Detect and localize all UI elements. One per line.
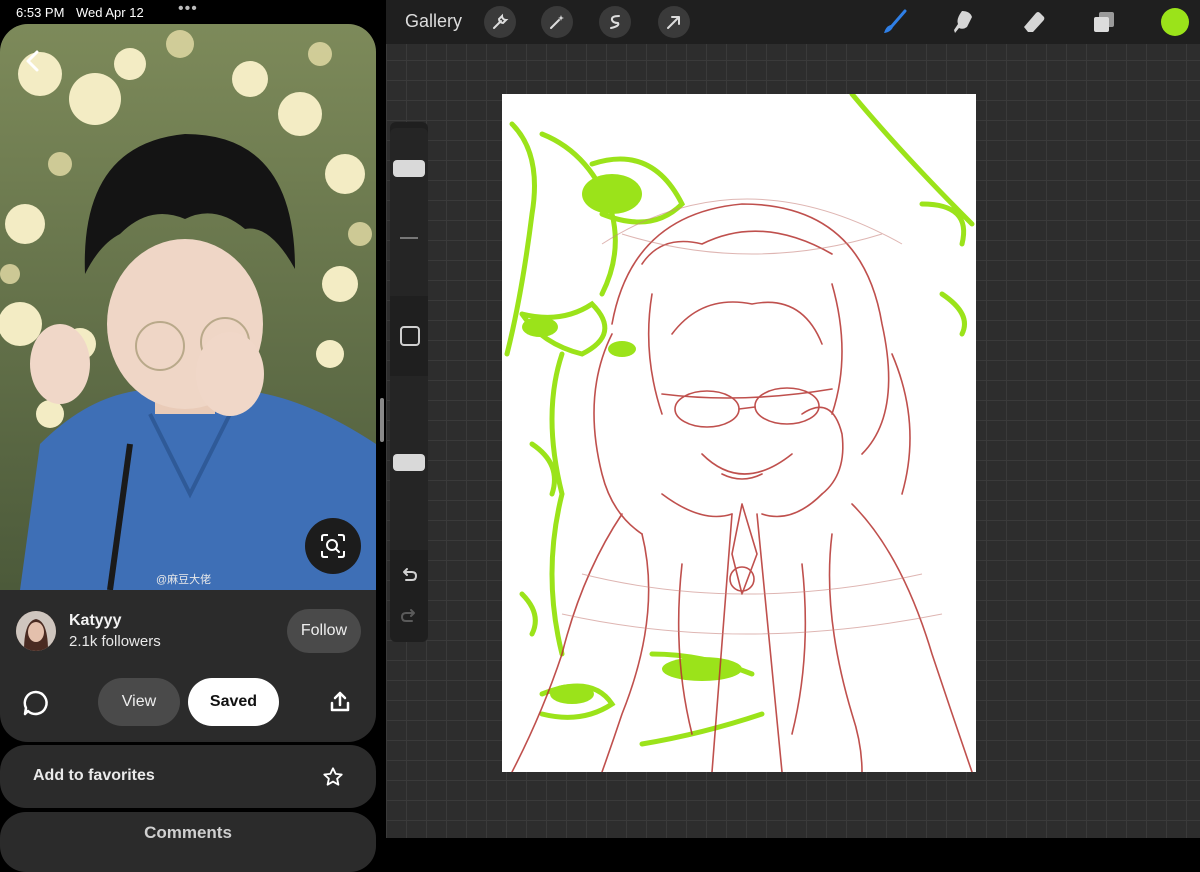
- pin-photo-illustration: [0, 24, 376, 590]
- selection-button[interactable]: [599, 6, 631, 38]
- brush-icon: [884, 9, 907, 33]
- eraser-icon: [1024, 12, 1045, 32]
- undo-icon: [403, 568, 417, 581]
- brush-tool[interactable]: [879, 6, 911, 38]
- undo-button[interactable]: [399, 564, 419, 584]
- saved-button[interactable]: Saved: [188, 678, 279, 726]
- status-date: Wed Apr 12: [76, 5, 144, 20]
- image-watermark: @麻豆大佬: [156, 574, 212, 586]
- smudge-tool[interactable]: [948, 6, 980, 38]
- eraser-tool[interactable]: [1018, 6, 1050, 38]
- gallery-button[interactable]: Gallery: [405, 11, 462, 32]
- status-bar: 6:53 PM Wed Apr 12 •••: [0, 0, 378, 24]
- avatar-image: [16, 611, 56, 651]
- actions-button[interactable]: [484, 6, 516, 38]
- modify-button[interactable]: [400, 326, 420, 346]
- procreate-toolbar: Gallery: [386, 0, 1200, 44]
- layers-button[interactable]: [1088, 6, 1120, 38]
- multitasking-dots[interactable]: •••: [178, 0, 198, 18]
- wrench-icon: [493, 13, 509, 29]
- star-icon[interactable]: [322, 766, 344, 788]
- visual-search-button[interactable]: [305, 518, 361, 574]
- pinterest-pane: 6:53 PM Wed Apr 12 ••• @麻豆大佬 Katyyy 2.1k…: [0, 0, 378, 872]
- redo-button[interactable]: [399, 605, 419, 625]
- slider-tick: [400, 237, 418, 239]
- drawing-canvas[interactable]: [502, 94, 976, 772]
- chevron-left-icon: [26, 50, 39, 72]
- comments-section: Comments: [0, 812, 376, 872]
- magic-wand-icon: [550, 15, 564, 29]
- brush-size-thumb[interactable]: [393, 160, 425, 177]
- star-outline-icon: [323, 767, 343, 786]
- comment-bubble-icon: [23, 690, 48, 716]
- brush-size-slider[interactable]: [390, 128, 428, 296]
- follow-button[interactable]: Follow: [287, 609, 361, 653]
- opacity-thumb[interactable]: [393, 454, 425, 471]
- creator-name[interactable]: Katyyy: [69, 612, 121, 630]
- selection-icon: [610, 15, 620, 29]
- procreate-sidebar: [390, 122, 428, 642]
- status-time: 6:53 PM: [16, 5, 65, 20]
- redo-icon: [401, 609, 415, 622]
- comments-heading: Comments: [144, 823, 232, 842]
- creator-followers: 2.1k followers: [69, 633, 161, 650]
- add-to-favorites-row[interactable]: Add to favorites: [0, 745, 376, 808]
- transform-arrow-icon: [667, 16, 680, 29]
- layers-icon: [1094, 12, 1114, 32]
- opacity-slider[interactable]: [390, 376, 428, 550]
- smudge-icon: [954, 11, 972, 33]
- split-view-divider-handle[interactable]: [380, 398, 384, 442]
- procreate-pane: Gallery: [386, 0, 1200, 838]
- back-button[interactable]: [18, 46, 48, 76]
- favorites-label: Add to favorites: [33, 767, 155, 784]
- creator-avatar[interactable]: [16, 611, 56, 651]
- pin-image[interactable]: [0, 24, 376, 590]
- sketch-artwork: [504, 94, 975, 772]
- adjustments-button[interactable]: [541, 6, 573, 38]
- creator-row: Katyyy 2.1k followers Follow: [0, 607, 376, 659]
- transform-button[interactable]: [658, 6, 690, 38]
- comment-button[interactable]: [22, 689, 50, 717]
- pin-card: @麻豆大佬 Katyyy 2.1k followers Follow View …: [0, 24, 376, 742]
- lens-search-icon: [321, 534, 345, 558]
- color-swatch[interactable]: [1161, 8, 1189, 36]
- view-button[interactable]: View: [98, 678, 180, 726]
- share-icon: [330, 691, 350, 712]
- action-row: View Saved: [0, 677, 376, 727]
- share-button[interactable]: [328, 690, 352, 714]
